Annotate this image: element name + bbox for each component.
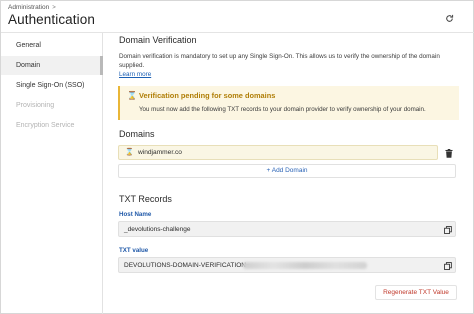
app-window: Administration > Authentication General … — [0, 0, 474, 314]
add-domain-button[interactable]: + Add Domain — [118, 164, 456, 178]
hourglass-icon: ⌛ — [125, 149, 134, 156]
host-name-field[interactable]: _devolutions-challenge — [118, 221, 456, 237]
alert-body: You must now add the following TXT recor… — [139, 106, 426, 113]
host-name-value: _devolutions-challenge — [124, 226, 191, 233]
refresh-button[interactable] — [441, 10, 457, 26]
copy-host-name-button[interactable] — [443, 225, 453, 235]
verification-pending-alert: ⌛ Verification pending for some domains … — [118, 86, 459, 120]
page-title: Authentication — [8, 12, 95, 27]
copy-txt-value-button[interactable] — [443, 261, 453, 271]
main-content: Domain Verification Domain verification … — [103, 33, 474, 314]
delete-domain-button[interactable] — [443, 147, 455, 159]
host-name-label: Host Name — [119, 211, 152, 218]
txt-value-label: TXT value — [119, 247, 149, 254]
copy-icon — [444, 226, 452, 234]
trash-icon — [445, 148, 453, 158]
redacted-txt-value — [243, 262, 367, 269]
domain-list-item: ⌛ windjammer.co — [118, 145, 438, 160]
domain-verification-description: Domain verification is mandatory to set … — [119, 53, 440, 69]
sidebar-item-encryption-service: Encryption Service — [16, 122, 75, 129]
domain-verification-heading: Domain Verification — [119, 35, 197, 45]
copy-icon — [444, 262, 452, 270]
sidebar-item-provisioning: Provisioning — [16, 102, 55, 109]
learn-more-link[interactable]: Learn more — [119, 71, 151, 78]
breadcrumb: Administration > — [8, 4, 56, 11]
domains-heading: Domains — [119, 129, 155, 139]
txt-value-prefix: DEVOLUTIONS-DOMAIN-VERIFICATION= — [124, 262, 250, 269]
sidebar-item-general[interactable]: General — [1, 36, 103, 55]
txt-records-heading: TXT Records — [119, 194, 172, 204]
sidebar-item-sso[interactable]: Single Sign-On (SSO) — [1, 76, 103, 95]
regenerate-txt-value-button[interactable]: Regenerate TXT Value — [375, 285, 457, 300]
domain-name: windjammer.co — [138, 149, 182, 156]
txt-value-field[interactable]: DEVOLUTIONS-DOMAIN-VERIFICATION= — [118, 257, 456, 273]
breadcrumb-administration[interactable]: Administration — [8, 4, 49, 11]
hourglass-icon: ⌛ — [127, 91, 137, 100]
alert-title: Verification pending for some domains — [139, 91, 276, 100]
chevron-right-icon: > — [52, 4, 56, 11]
sidebar-item-domain[interactable]: Domain — [1, 56, 103, 75]
refresh-icon — [445, 14, 453, 22]
sidebar-nav: General Domain Single Sign-On (SSO) Prov… — [1, 33, 103, 314]
